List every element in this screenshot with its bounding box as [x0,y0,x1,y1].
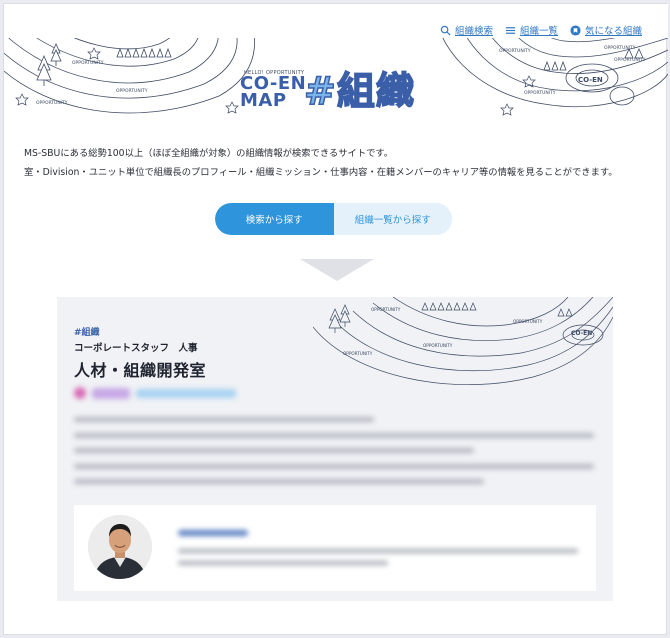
map-label: OPPORTUNITY [604,45,636,51]
map-label: OPPORTUNITY [343,351,373,356]
preview-body-text [74,417,594,495]
description-line: MS-SBUにある総勢100以上（ほぼ全組織が対象）の組織情報が検索できるサイト… [24,148,394,159]
map-label: OPPORTUNITY [524,90,556,96]
page-frame: OPPORTUNITY OPPORTUNITY OPPORTUNITY OPPO… [0,0,670,638]
org-page-preview: OPPORTUNITY OPPORTUNITY OPPORTUNITY OPPO… [57,297,613,601]
text-line [74,463,594,469]
site-header: OPPORTUNITY OPPORTUNITY OPPORTUNITY OPPO… [4,4,668,126]
logo-hash-mark: #組織 [303,69,415,113]
map-label: OPPORTUNITY [499,48,531,54]
text-line [74,417,374,422]
tab-search[interactable]: 検索から探す [215,203,334,235]
bookmark-icon [570,24,581,36]
map-label-coen: CO-EN [571,330,592,337]
preview-logo: #組織 [74,328,100,338]
badge [92,387,130,399]
contour-map-illustration: OPPORTUNITY OPPORTUNITY OPPORTUNITY OPPO… [313,297,613,386]
nav-org-search[interactable]: 組織検索 [440,23,493,37]
map-label: OPPORTUNITY [371,307,401,312]
map-label: OPPORTUNITY [36,100,68,106]
description-line: 室・Division・ユニット単位で組織長のプロフィール・組織ミッション・仕事内… [24,167,618,178]
search-mode-tabs: 検索から探す 組織一覧から探す [215,203,452,235]
preview-org-title: 人材・組織開発室 [74,361,207,380]
text-line [74,479,484,484]
search-icon [440,25,451,36]
text-line [74,448,474,453]
text-line [178,549,578,553]
tab-org-list[interactable]: 組織一覧から探す [333,203,452,235]
leader-name [178,530,248,536]
logo-map: MAP [240,90,287,111]
text-line [178,561,388,565]
nav-favorite-orgs-label: 気になる組織 [584,26,642,37]
list-icon [505,26,516,34]
leader-profile-card [74,505,596,591]
map-label: OPPORTUNITY [116,88,148,94]
down-arrow-icon [300,259,374,281]
nav-org-list-label: 組織一覧 [519,26,558,37]
badge-icon [74,387,86,399]
nav-favorite-orgs[interactable]: 気になる組織 [570,23,642,37]
site-description: MS-SBUにある総勢100以上（ほぼ全組織が対象）の組織情報が検索できるサイト… [24,144,654,182]
avatar [88,515,152,579]
map-label-coen: CO-EN [578,76,603,84]
person-photo [88,515,152,579]
nav-org-search-label: 組織検索 [454,26,493,37]
text-line [74,432,594,438]
nav-org-list[interactable]: 組織一覧 [505,23,558,37]
site-card: OPPORTUNITY OPPORTUNITY OPPORTUNITY OPPO… [3,3,668,635]
preview-badges [74,387,236,399]
map-label: OPPORTUNITY [614,57,646,63]
site-logo[interactable]: HELLO! OPPORTUNITY CO-EN MAP #組織 [232,69,432,126]
map-label: OPPORTUNITY [72,60,104,66]
badge-link [136,388,236,398]
map-label: OPPORTUNITY [423,343,453,348]
top-navigation: 組織検索 組織一覧 気になる組織 [440,23,642,37]
preview-department: コーポレートスタッフ 人事 [74,343,198,354]
map-label: OPPORTUNITY [513,319,543,324]
